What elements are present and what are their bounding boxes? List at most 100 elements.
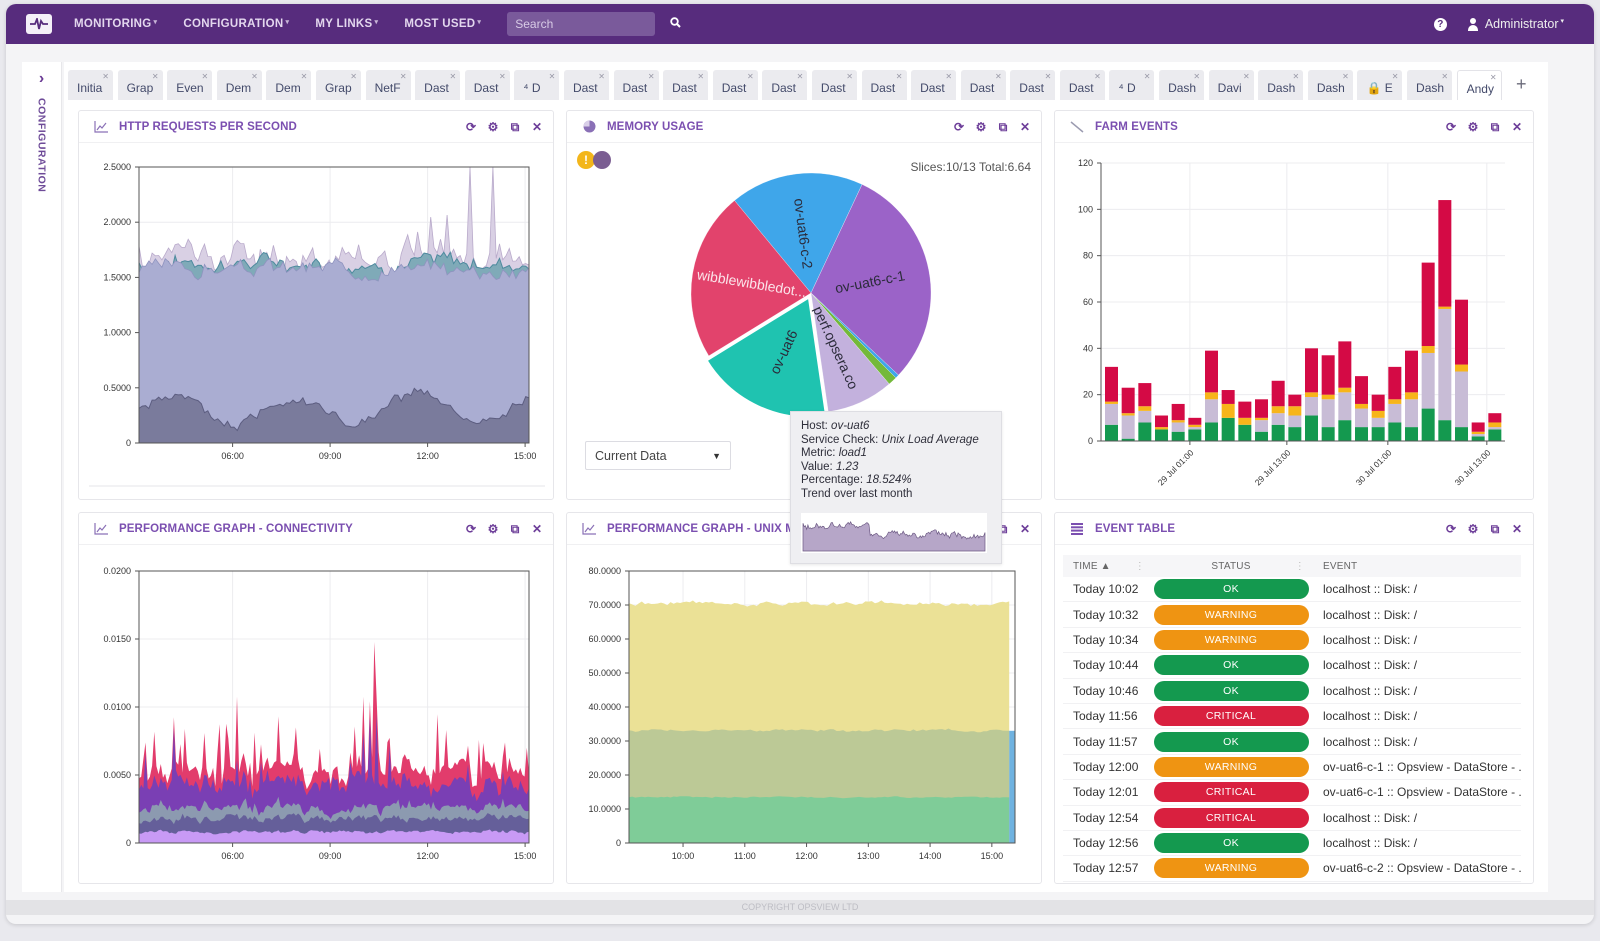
tab-close-icon[interactable]: ✕ — [1193, 72, 1200, 81]
dashboard-tab[interactable]: Dast ✕ — [464, 70, 510, 100]
tab-close-icon[interactable]: ✕ — [1144, 72, 1151, 81]
duplicate-icon[interactable]: ⧉ — [509, 523, 521, 535]
tab-close-icon[interactable]: ✕ — [549, 72, 556, 81]
duplicate-icon[interactable]: ⧉ — [1489, 523, 1501, 535]
tab-close-icon[interactable]: ✕ — [1441, 72, 1448, 81]
gear-icon[interactable]: ⚙ — [1467, 121, 1479, 133]
duplicate-icon[interactable]: ⧉ — [1489, 121, 1501, 133]
dashboard-tab[interactable]: Dast ✕ — [415, 70, 461, 100]
table-row[interactable]: Today 12:01 CRITICAL ov-uat6-c-1 :: Opsvie… — [1063, 780, 1521, 806]
tab-close-icon[interactable]: ✕ — [1392, 72, 1399, 81]
dashboard-tab[interactable]: Initia ✕ — [68, 70, 113, 100]
dashboard-tab[interactable]: ⁴ D ✕ — [1109, 70, 1155, 100]
opsview-logo[interactable] — [26, 14, 52, 34]
nav-monitoring[interactable]: MONITORING ▾ — [74, 18, 157, 30]
tab-close-icon[interactable]: ✕ — [1293, 72, 1300, 81]
nav-configuration[interactable]: CONFIGURATION ▾ — [183, 18, 289, 30]
table-row[interactable]: Today 12:54 CRITICAL localhost :: Disk: / — [1063, 806, 1521, 831]
add-tab-button[interactable]: + — [1506, 70, 1536, 100]
search-icon[interactable] — [670, 17, 681, 31]
tab-close-icon[interactable]: ✕ — [350, 72, 357, 81]
refresh-icon[interactable]: ⟳ — [1445, 121, 1457, 133]
tab-close-icon[interactable]: ✕ — [1490, 73, 1497, 82]
close-icon[interactable]: ✕ — [1511, 121, 1523, 133]
dashboard-tab[interactable]: Dast ✕ — [960, 70, 1006, 100]
column-header-status[interactable]: STATUS ⋮ — [1151, 561, 1311, 572]
dashboard-tab[interactable]: ⁴ D ✕ — [514, 70, 560, 100]
sidebar-expand-icon[interactable]: › — [22, 70, 61, 88]
dashboard-tab[interactable]: Even ✕ — [167, 70, 213, 100]
refresh-icon[interactable]: ⟳ — [953, 121, 965, 133]
tab-close-icon[interactable]: ✕ — [896, 72, 903, 81]
dashboard-tab[interactable]: Dast ✕ — [911, 70, 957, 100]
tab-close-icon[interactable]: ✕ — [499, 72, 506, 81]
dashboard-tab[interactable]: Dem ✕ — [216, 70, 262, 100]
dashboard-tab[interactable]: Dast ✕ — [811, 70, 857, 100]
dashboard-tab[interactable]: NetF ✕ — [365, 70, 411, 100]
table-row[interactable]: Today 10:34 WARNING localhost :: Disk: / — [1063, 628, 1521, 654]
refresh-icon[interactable]: ⟳ — [465, 121, 477, 133]
dashboard-tab[interactable]: 🔒 E ✕ — [1357, 70, 1403, 100]
column-menu-icon[interactable]: ⋮ — [1295, 561, 1305, 572]
close-icon[interactable]: ✕ — [1511, 523, 1523, 535]
table-row[interactable]: Today 10:02 OK localhost :: Disk: / — [1063, 577, 1521, 603]
nav-most-used[interactable]: MOST USED ▾ — [404, 18, 481, 30]
dashboard-tab[interactable]: Dast ✕ — [1010, 70, 1056, 100]
duplicate-icon[interactable]: ⧉ — [509, 121, 521, 133]
table-row[interactable]: Today 11:57 OK localhost :: Disk: / — [1063, 729, 1521, 755]
help-icon[interactable]: ? — [1433, 17, 1447, 31]
table-row[interactable]: Today 11:56 CRITICAL localhost :: Disk: / — [1063, 704, 1521, 730]
duplicate-icon[interactable]: ⧉ — [997, 121, 1009, 133]
dashboard-tab[interactable]: Dash ✕ — [1159, 70, 1205, 100]
tab-close-icon[interactable]: ✕ — [846, 72, 853, 81]
table-row[interactable]: Today 10:32 WARNING localhost :: Disk: / — [1063, 602, 1521, 628]
gear-icon[interactable]: ⚙ — [487, 523, 499, 535]
refresh-icon[interactable]: ⟳ — [465, 523, 477, 535]
dashboard-tab[interactable]: Dast ✕ — [861, 70, 907, 100]
gear-icon[interactable]: ⚙ — [1467, 523, 1479, 535]
column-header-time[interactable]: TIME ▲ ⋮ — [1063, 561, 1151, 572]
dashboard-tab[interactable]: Dash ✕ — [1407, 70, 1453, 100]
close-icon[interactable]: ✕ — [1019, 121, 1031, 133]
dashboard-tab[interactable]: Dash ✕ — [1258, 70, 1304, 100]
column-header-event[interactable]: EVENT — [1311, 561, 1521, 572]
dashboard-tab[interactable]: Dem ✕ — [266, 70, 312, 100]
tab-close-icon[interactable]: ✕ — [648, 72, 655, 81]
dashboard-tab[interactable]: Dast ✕ — [563, 70, 609, 100]
dashboard-tab[interactable]: Dast ✕ — [613, 70, 659, 100]
dashboard-tab[interactable]: Dast ✕ — [1059, 70, 1105, 100]
dashboard-tab[interactable]: Andy ✕ — [1456, 70, 1502, 100]
tab-close-icon[interactable]: ✕ — [598, 72, 605, 81]
search-input[interactable] — [515, 17, 671, 31]
tab-close-icon[interactable]: ✕ — [1045, 72, 1052, 81]
table-row[interactable]: Today 12:57 WARNING ov-uat6-c-2 :: Opsview… — [1063, 856, 1521, 882]
tab-close-icon[interactable]: ✕ — [102, 72, 109, 81]
nav-my-links[interactable]: MY LINKS ▾ — [315, 18, 378, 30]
close-icon[interactable]: ✕ — [531, 121, 543, 133]
table-row[interactable]: Today 10:46 OK localhost :: Disk: / — [1063, 679, 1521, 704]
user-menu[interactable]: Administrator ▾ — [1485, 17, 1564, 31]
close-icon[interactable]: ✕ — [531, 523, 543, 535]
table-row[interactable]: Today 10:44 OK localhost :: Disk: / — [1063, 653, 1521, 679]
tab-close-icon[interactable]: ✕ — [251, 72, 258, 81]
dashboard-tab[interactable]: Dash ✕ — [1307, 70, 1353, 100]
sidebar-label[interactable]: CONFIGURATION — [36, 98, 48, 192]
close-icon[interactable]: ✕ — [1019, 523, 1031, 535]
tab-close-icon[interactable]: ✕ — [400, 72, 407, 81]
gear-icon[interactable]: ⚙ — [487, 121, 499, 133]
table-row[interactable]: Today 12:56 OK localhost :: Disk: / — [1063, 831, 1521, 857]
tab-close-icon[interactable]: ✕ — [1243, 72, 1250, 81]
tab-close-icon[interactable]: ✕ — [301, 72, 308, 81]
table-row[interactable]: Today 12:00 WARNING ov-uat6-c-1 :: Opsview… — [1063, 755, 1521, 781]
dashboard-tab[interactable]: Dast ✕ — [663, 70, 709, 100]
data-source-select[interactable]: Current Data ▼ — [585, 441, 731, 470]
tab-close-icon[interactable]: ✕ — [152, 72, 159, 81]
tab-close-icon[interactable]: ✕ — [747, 72, 754, 81]
tab-close-icon[interactable]: ✕ — [697, 72, 704, 81]
tab-close-icon[interactable]: ✕ — [995, 72, 1002, 81]
tab-close-icon[interactable]: ✕ — [449, 72, 456, 81]
refresh-icon[interactable]: ⟳ — [1445, 523, 1457, 535]
gear-icon[interactable]: ⚙ — [975, 121, 987, 133]
dashboard-tab[interactable]: Dast ✕ — [712, 70, 758, 100]
tab-close-icon[interactable]: ✕ — [945, 72, 952, 81]
